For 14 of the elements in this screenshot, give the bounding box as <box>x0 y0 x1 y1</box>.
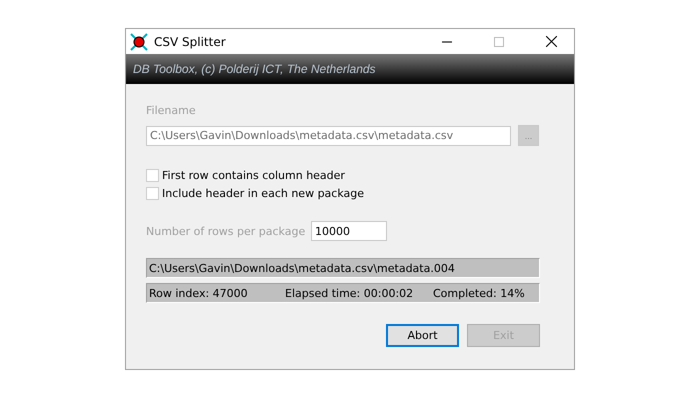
app-icon <box>130 32 148 50</box>
dialog-button[interactable]: Abort <box>386 324 459 347</box>
completed-text: Completed: 14% <box>433 286 523 300</box>
field-label: Filename <box>146 104 197 117</box>
window-title: CSV Splitter <box>154 34 227 48</box>
current-file-bar: C:\Users\Gavin\Downloads\metadata.csv\metadata.004 <box>146 258 540 278</box>
checkbox-label: First row contains column header <box>162 168 345 182</box>
checkbox-label: Include header in each new package <box>162 186 364 200</box>
maximize-icon <box>494 36 504 46</box>
elapsed-time-text: Elapsed time: 00:00:02 <box>285 286 414 300</box>
close-icon <box>546 36 556 47</box>
banner-text: DB Toolbox, (c) Polderij ICT, The Netherlands <box>133 62 376 76</box>
field-label: Number of rows per package <box>146 224 306 238</box>
row-index-text: Row index: 47000 <box>149 286 249 300</box>
